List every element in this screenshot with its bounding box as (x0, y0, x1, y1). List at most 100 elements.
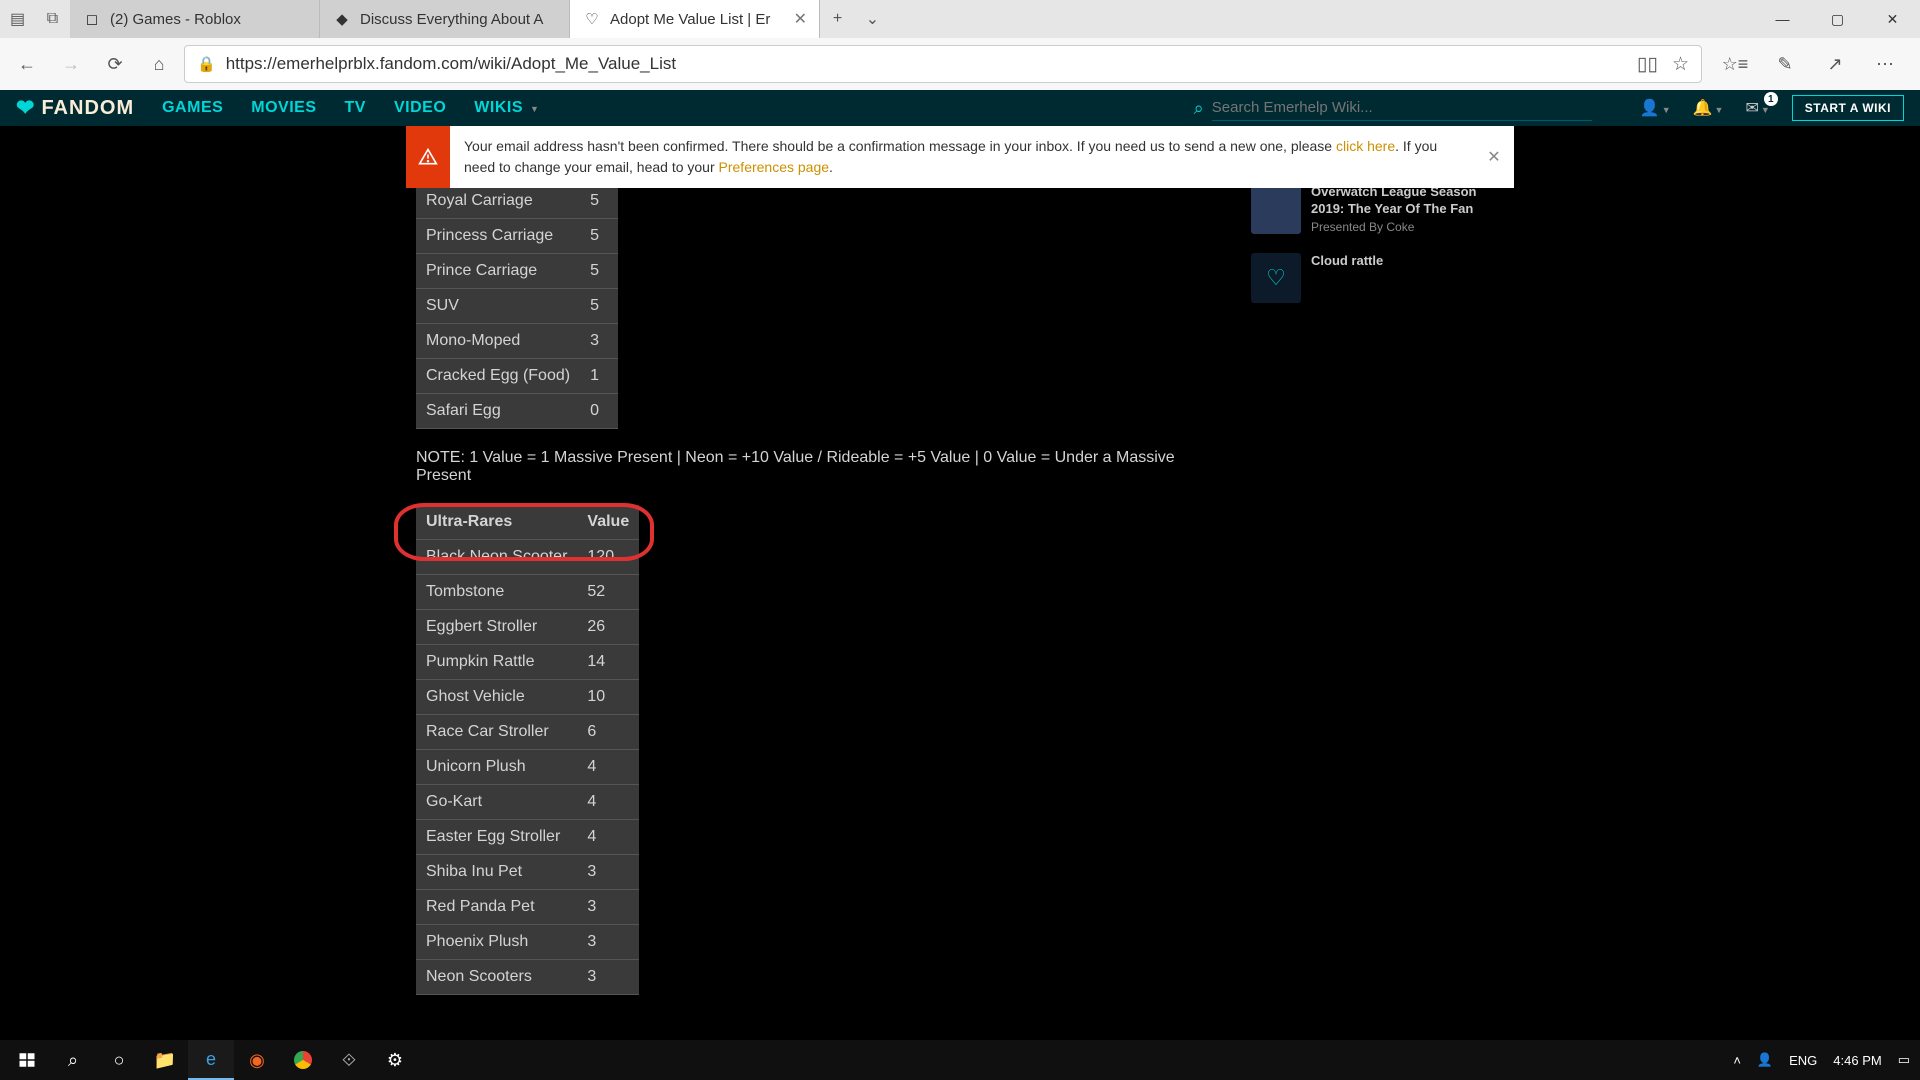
sidebar-thumb: ♡ (1251, 253, 1301, 303)
start-button[interactable] (4, 1040, 50, 1080)
close-window-button[interactable]: ✕ (1865, 0, 1920, 38)
notes-icon[interactable]: ✎ (1766, 45, 1804, 83)
item-value: 120 (577, 540, 639, 575)
tabs-row: ▤ ⧉ ◻ (2) Games - Roblox ◆ Discuss Every… (0, 0, 1920, 38)
col-header-name: Ultra-Rares (416, 505, 577, 540)
item-value: 3 (577, 855, 639, 890)
click-here-link[interactable]: click here (1336, 138, 1395, 154)
item-value: 14 (577, 645, 639, 680)
address-row: ← → ⟳ ⌂ 🔒 https://emerhelprblx.fandom.co… (0, 38, 1920, 90)
preferences-link[interactable]: Preferences page (719, 159, 830, 175)
msg-badge: 1 (1764, 92, 1778, 106)
nav-video[interactable]: VIDEO (394, 99, 446, 117)
home-button[interactable]: ⌂ (140, 45, 178, 83)
item-name: Princess Carriage (416, 219, 580, 254)
nav-tv[interactable]: TV (345, 99, 366, 117)
steam-button[interactable]: ⟐ (326, 1040, 372, 1080)
file-explorer-button[interactable]: 📁 (142, 1040, 188, 1080)
edge-button[interactable]: e (188, 1040, 234, 1080)
cortana-button[interactable]: ○ (96, 1040, 142, 1080)
chrome-button[interactable] (280, 1040, 326, 1080)
item-name: SUV (416, 289, 580, 324)
tab-roblox[interactable]: ◻ (2) Games - Roblox (70, 0, 320, 38)
table-row: Race Car Stroller6 (416, 715, 639, 750)
action-center-icon[interactable]: ▭ (1898, 1052, 1910, 1068)
rares-table: Royal Carriage5Princess Carriage5Prince … (416, 184, 618, 429)
nav-movies[interactable]: MOVIES (251, 99, 316, 117)
fandom-heart-icon: ❤ (16, 95, 35, 121)
table-row: Red Panda Pet3 (416, 890, 639, 925)
item-name: Phoenix Plush (416, 925, 577, 960)
fandom-logo[interactable]: ❤ FANDOM (16, 95, 134, 121)
reading-list-icon[interactable]: ▯▯ (1637, 53, 1658, 76)
close-notice-button[interactable]: ✕ (1474, 126, 1514, 188)
tab-title: Discuss Everything About A (360, 11, 557, 28)
search-input[interactable] (1212, 95, 1592, 121)
tray-expand-icon[interactable]: ˄ (1733, 1053, 1741, 1068)
lock-icon: 🔒 (197, 55, 216, 73)
language-indicator[interactable]: ENG (1789, 1053, 1817, 1068)
warning-icon (406, 126, 450, 188)
table-row: Phoenix Plush3 (416, 925, 639, 960)
table-row: Pumpkin Rattle14 (416, 645, 639, 680)
item-name: Prince Carriage (416, 254, 580, 289)
bell-icon[interactable]: 🔔▼ (1693, 98, 1724, 118)
url-text: https://emerhelprblx.fandom.com/wiki/Ado… (226, 54, 1627, 74)
item-value: 4 (577, 750, 639, 785)
new-tab-button[interactable]: + (820, 0, 855, 38)
tab-discuss[interactable]: ◆ Discuss Everything About A (320, 0, 570, 38)
back-button[interactable]: ← (8, 45, 46, 83)
url-bar[interactable]: 🔒 https://emerhelprblx.fandom.com/wiki/A… (184, 45, 1702, 83)
origin-button[interactable]: ◉ (234, 1040, 280, 1080)
search-button[interactable]: ⌕ (50, 1040, 96, 1080)
minimize-button[interactable]: — (1755, 0, 1810, 38)
item-value: 3 (577, 925, 639, 960)
more-icon[interactable]: ⋯ (1866, 45, 1904, 83)
table-row: Princess Carriage5 (416, 219, 618, 254)
item-value: 4 (577, 785, 639, 820)
forward-button[interactable]: → (52, 45, 90, 83)
tabs-dropdown-button[interactable]: ⌄ (855, 0, 890, 38)
item-value: 6 (577, 715, 639, 750)
item-name: Cracked Egg (Food) (416, 359, 580, 394)
taskbar: ⌕ ○ 📁 e ◉ ⟐ ⚙ ˄ 👤 ENG 4:46 PM ▭ (0, 1040, 1920, 1080)
notice-text: Your email address hasn't been confirmed… (450, 126, 1474, 188)
item-value: 3 (577, 960, 639, 995)
favorites-icon[interactable]: ☆≡ (1716, 45, 1754, 83)
table-row: Black Neon Scooter120 (416, 540, 639, 575)
settings-button[interactable]: ⚙ (372, 1040, 418, 1080)
sidebar-item-cloud-rattle[interactable]: ♡ Cloud rattle (1251, 253, 1506, 303)
table-row: Prince Carriage5 (416, 254, 618, 289)
roblox-icon: ◻ (82, 9, 102, 29)
item-name: Easter Egg Stroller (416, 820, 577, 855)
titlebar-btn-1[interactable]: ▤ (0, 0, 35, 38)
tab-adopt-me[interactable]: ♡ Adopt Me Value List | Er ✕ (570, 0, 820, 38)
user-icon[interactable]: 👤▼ (1640, 98, 1671, 118)
titlebar-btn-2[interactable]: ⧉ (35, 0, 70, 38)
tab-title: (2) Games - Roblox (110, 11, 307, 28)
maximize-button[interactable]: ▢ (1810, 0, 1865, 38)
refresh-button[interactable]: ⟳ (96, 45, 134, 83)
item-value: 1 (580, 359, 618, 394)
item-name: Tombstone (416, 575, 577, 610)
browser-chrome: ▤ ⧉ ◻ (2) Games - Roblox ◆ Discuss Every… (0, 0, 1920, 90)
nav-games[interactable]: GAMES (162, 99, 223, 117)
people-icon[interactable]: 👤 (1757, 1052, 1773, 1068)
item-value: 0 (580, 394, 618, 429)
item-name: Race Car Stroller (416, 715, 577, 750)
share-icon[interactable]: ↗ (1816, 45, 1854, 83)
item-name: Go-Kart (416, 785, 577, 820)
search-icon[interactable]: ⌕ (1194, 98, 1204, 119)
start-wiki-button[interactable]: START A WIKI (1792, 95, 1904, 121)
close-icon[interactable]: ✕ (794, 9, 807, 29)
messages-icon[interactable]: ✉1▼ (1745, 98, 1769, 118)
sidebar-item-overwatch[interactable]: Overwatch League Season 2019: The Year O… (1251, 184, 1506, 235)
item-value: 3 (577, 890, 639, 925)
favorite-icon[interactable]: ☆ (1672, 53, 1689, 76)
table-row: Tombstone52 (416, 575, 639, 610)
nav-wikis[interactable]: WIKIS ▼ (474, 99, 539, 117)
clock[interactable]: 4:46 PM (1833, 1053, 1881, 1068)
item-value: 5 (580, 219, 618, 254)
table-row: Ghost Vehicle10 (416, 680, 639, 715)
item-name: Royal Carriage (416, 184, 580, 219)
